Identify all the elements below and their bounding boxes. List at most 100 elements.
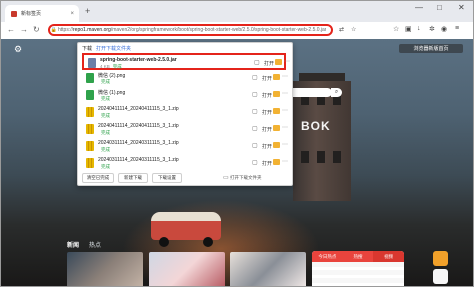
tab-hot[interactable]: 热点 [89,240,101,249]
download-filename[interactable]: 微信 (1).png [98,89,125,96]
download-filename[interactable]: 20240411114_20240411115_3_1.zip [98,123,179,129]
more-options-icon[interactable]: ⋯ [284,58,290,65]
download-meta: 完成 [98,147,110,153]
open-downloads-folder-link[interactable]: 打开下载文件夹 [96,45,131,52]
tab-title: 新标签页 [21,11,42,17]
open-file-link[interactable]: 打开 [262,160,272,167]
file-open-icon[interactable]: ▢ [252,142,258,149]
download-item[interactable]: 微信 (2).png 完成 ▢ 打开 ⋯ [82,70,288,87]
download-size: 4 KB [100,64,110,69]
lock-icon: 🔒 [50,27,58,33]
tab-new-tab-page[interactable]: 新标签页 × [5,5,79,22]
show-in-folder-icon[interactable] [273,74,280,80]
address-bar[interactable]: 🔒 https://repo1.maven.org/maven2/org/spr… [48,24,333,36]
minimize-button[interactable]: — [415,3,423,12]
favorites-icon[interactable]: ☆ [393,25,399,33]
download-filename[interactable]: spring-boot-starter-web-2.5.0.jar [100,57,177,63]
file-open-icon[interactable]: ▢ [254,59,260,66]
download-item[interactable]: 20240411114_20240411115_3_1.zip 完成 ▢ 打开 ⋯ [82,104,288,121]
download-status: 完成 [112,64,122,69]
star-icon[interactable]: ☆ [351,26,356,33]
show-in-folder-icon[interactable] [273,125,280,131]
downloads-icon[interactable]: ↓ [417,25,421,32]
open-file-link[interactable]: 打开 [262,75,272,82]
open-folder-link[interactable]: 打开下载文件夹 [230,175,262,181]
show-in-folder-icon[interactable] [273,108,280,114]
news-thumbnail[interactable] [67,252,143,286]
search-icon[interactable]: ⌕ [331,88,342,97]
more-options-icon[interactable]: ⋯ [282,73,288,80]
file-open-icon[interactable]: ▢ [252,74,258,81]
download-meta: 完成 [98,79,110,85]
side-app-icon[interactable] [433,251,448,266]
show-in-folder-icon[interactable] [273,91,280,97]
download-filename[interactable]: 20240311114_20240311115_3_1.zip [98,140,179,146]
new-download-button[interactable]: 新建下载 [118,173,148,183]
news-thumbnail[interactable] [149,252,225,286]
zip-file-icon [86,158,94,168]
download-item-highlighted[interactable]: spring-boot-starter-web-2.5.0.jar 4 KB 完成 ▢… [82,53,290,70]
side-app-icon[interactable] [433,269,448,284]
download-status: 完成 [101,164,110,169]
url-text[interactable]: https://repo1.maven.org/maven2/org/sprin… [58,27,326,33]
open-file-link[interactable]: 打开 [262,143,272,150]
show-in-folder-icon[interactable] [273,159,280,165]
more-options-icon[interactable]: ⋯ [282,107,288,114]
open-file-link[interactable]: 打开 [262,92,272,99]
reload-button[interactable]: ↻ [33,25,40,34]
file-open-icon[interactable]: ▢ [252,108,258,115]
download-status: 完成 [101,147,110,152]
collections-icon[interactable]: ▣ [405,25,412,33]
extensions-icon[interactable]: ✲ [429,25,435,33]
account-icon[interactable]: ◉ [441,25,447,33]
new-tab-button[interactable]: + [85,6,90,16]
tab-news[interactable]: 新闻 [67,240,79,249]
show-in-folder-icon[interactable] [275,59,282,65]
open-file-link[interactable]: 打开 [264,60,274,67]
download-filename[interactable]: 20240311114_20240311115_3_1.zip [98,157,179,163]
tab-hot-search[interactable]: 热搜 [342,251,374,262]
translate-icon[interactable]: ⇄ [339,26,344,33]
download-status: 完成 [101,79,110,84]
download-item[interactable]: 微信 (1).png 完成 ▢ 打开 ⋯ [82,87,288,104]
close-window-button[interactable]: ✕ [458,3,465,12]
download-item[interactable]: 20240311114_20240311115_3_1.zip 完成 ▢ 打开 ⋯ [82,155,288,172]
more-options-icon[interactable]: ⋯ [282,90,288,97]
tab-today-hot[interactable]: 今日热点 [312,251,343,262]
more-options-icon[interactable]: ⋯ [282,124,288,131]
download-filename[interactable]: 微信 (2).png [98,72,125,79]
open-file-link[interactable]: 打开 [262,126,272,133]
download-settings-button[interactable]: 下载设置 [152,173,182,183]
favicon-icon [11,10,17,17]
more-options-icon[interactable]: ⋯ [282,158,288,165]
download-status: 完成 [101,96,110,101]
file-open-icon[interactable]: ▢ [252,125,258,132]
downloads-footer: 清空已完成 新建下载 下载设置 ▭ 打开下载文件夹 [78,171,292,184]
menu-icon[interactable]: ≡ [455,25,459,32]
tab-close-icon[interactable]: × [70,11,74,17]
folder-icon: ▭ [223,175,229,181]
open-file-link[interactable]: 打开 [262,109,272,116]
file-open-icon[interactable]: ▢ [252,159,258,166]
toolbar: ← → ↻ 🔒 https://repo1.maven.org/maven2/o… [1,22,473,39]
tower-window [301,151,309,163]
downloads-title: 下载 [82,45,93,52]
maximize-button[interactable]: □ [437,3,442,12]
tower-logo: BOK [301,119,331,133]
tab-video[interactable]: 视频 [373,251,405,262]
clear-completed-button[interactable]: 清空已完成 [82,173,114,183]
settings-gear-icon[interactable]: ⚙ [14,44,22,55]
forward-button[interactable]: → [20,25,28,34]
download-meta: 完成 [98,96,110,102]
download-item[interactable]: 20240311114_20240311115_3_1.zip 完成 ▢ 打开 ⋯ [82,138,288,155]
browser-home-button[interactable]: 浏览器新版首页 [399,44,463,53]
show-in-folder-icon[interactable] [273,142,280,148]
download-item[interactable]: 20240411114_20240411115_3_1.zip 完成 ▢ 打开 ⋯ [82,121,288,138]
png-file-icon [86,73,94,83]
news-thumbnail[interactable] [230,252,306,286]
jar-file-icon [88,58,96,68]
download-filename[interactable]: 20240411114_20240411115_3_1.zip [98,106,179,112]
back-button[interactable]: ← [7,25,15,34]
more-options-icon[interactable]: ⋯ [282,141,288,148]
file-open-icon[interactable]: ▢ [252,91,258,98]
